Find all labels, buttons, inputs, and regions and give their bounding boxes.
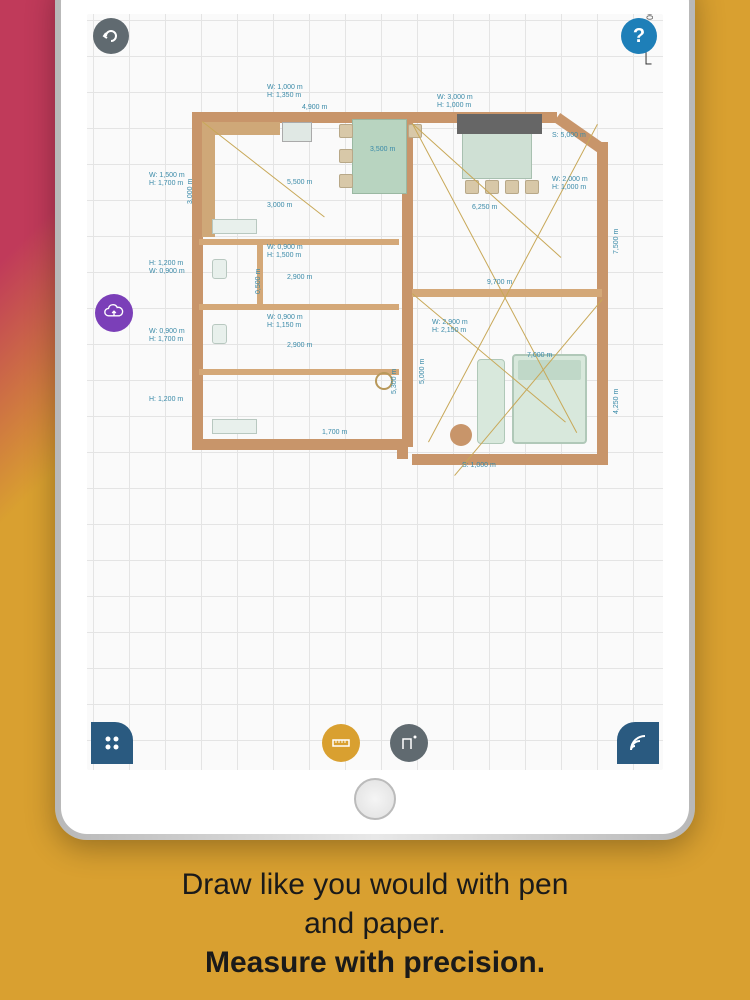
dimension-label: H: 1,500 m: [267, 252, 301, 259]
dimension-label: W: 0,900 m: [149, 328, 185, 335]
tablet-frame: ? 1,000 m: [55, 0, 695, 840]
help-icon: ?: [633, 25, 645, 48]
dimension-label: H: 1,200 m: [149, 260, 183, 267]
chair[interactable]: [339, 174, 353, 188]
ruler-icon: [330, 732, 352, 754]
toilet[interactable]: [212, 259, 227, 279]
dimension-label: 2,900 m: [287, 274, 312, 281]
dimension-label: W: 1,000 m: [267, 84, 303, 91]
measure-tool-button[interactable]: [322, 724, 360, 762]
dimension-label: 7,000 m: [527, 352, 552, 359]
grid-menu-icon: [103, 734, 121, 752]
caption-line: and paper.: [30, 904, 720, 943]
caption-line: Draw like you would with pen: [30, 865, 720, 904]
dimension-label: W: 2,900 m: [432, 319, 468, 326]
wall[interactable]: [192, 439, 397, 450]
dimension-label: 2,900 m: [287, 342, 312, 349]
dimension-label: 3,500 m: [370, 146, 395, 153]
chair[interactable]: [505, 180, 519, 194]
bottom-toolbar: [87, 722, 663, 764]
undo-button[interactable]: [93, 18, 129, 54]
wall-icon: [399, 733, 419, 753]
bar-counter[interactable]: [457, 114, 542, 134]
dimension-label: H: 1,200 m: [149, 396, 183, 403]
appliance[interactable]: [282, 122, 312, 142]
menu-button[interactable]: [91, 722, 133, 764]
signal-icon: [628, 733, 648, 753]
top-toolbar: ?: [87, 14, 663, 58]
dimension-label: W: 0,900 m: [267, 314, 303, 321]
toilet[interactable]: [212, 324, 227, 344]
dining-table[interactable]: [462, 129, 532, 179]
dimension-label: 4,900 m: [302, 104, 327, 111]
chair[interactable]: [339, 124, 353, 138]
tablet-bezel: ? 1,000 m: [61, 0, 689, 834]
coffee-table[interactable]: [450, 424, 472, 446]
dimension-label: 4,250 m: [613, 389, 620, 414]
dimension-label: W: 0,900 m: [149, 268, 185, 275]
dimension-label: H: 1,000 m: [437, 102, 471, 109]
sink[interactable]: [212, 419, 257, 434]
cloud-sync-button[interactable]: [95, 294, 133, 332]
chair[interactable]: [525, 180, 539, 194]
wall[interactable]: [412, 454, 608, 465]
help-button[interactable]: ?: [621, 18, 657, 54]
cloud-sync-icon: [103, 302, 125, 324]
undo-icon: [101, 26, 121, 46]
dimension-label: 3,000 m: [267, 202, 292, 209]
dimension-label: 6,250 m: [472, 204, 497, 211]
sink[interactable]: [212, 219, 257, 234]
floor-plan-canvas[interactable]: 4,900 m W: 1,000 m H: 1,350 m W: 3,000 m…: [157, 74, 607, 504]
dimension-label: H: 1,700 m: [149, 336, 183, 343]
dimension-label: H: 1,000 m: [552, 184, 586, 191]
dimension-label: W: 2,000 m: [552, 176, 588, 183]
chair[interactable]: [339, 149, 353, 163]
dimension-label: 5,500 m: [287, 179, 312, 186]
marketing-caption: Draw like you would with pen and paper. …: [0, 865, 750, 982]
dimension-label: 1,700 m: [322, 429, 347, 436]
dimension-label: H: 1,150 m: [267, 322, 301, 329]
app-screen[interactable]: ? 1,000 m: [87, 14, 663, 770]
dimension-label: 5,000 m: [419, 359, 426, 384]
ar-scan-button[interactable]: [617, 722, 659, 764]
dimension-label: H: 2,150 m: [432, 327, 466, 334]
dimension-label: H: 1,350 m: [267, 92, 301, 99]
dimension-label: 0,500 m: [255, 269, 262, 294]
dimension-label: S: 1,000 m: [462, 462, 496, 469]
dimension-label: S: 5,000 m: [552, 132, 586, 139]
dimension-label: H: 1,700 m: [149, 180, 183, 187]
dimension-label: 7,500 m: [613, 229, 620, 254]
dining-table[interactable]: [352, 119, 407, 194]
dimension-label: 5,300 m: [391, 369, 398, 394]
caption-emphasis: Measure with precision.: [30, 943, 720, 982]
wall[interactable]: [199, 369, 399, 375]
dimension-label: W: 3,000 m: [437, 94, 473, 101]
dimension-label: 3,000 m: [187, 179, 194, 204]
dimension-label: W: 1,500 m: [149, 172, 185, 179]
home-button[interactable]: [354, 778, 396, 820]
wall-tool-button[interactable]: [390, 724, 428, 762]
wall[interactable]: [597, 314, 608, 459]
wall[interactable]: [199, 304, 399, 310]
dimension-label: W: 0,900 m: [267, 244, 303, 251]
dimension-label: 9,700 m: [487, 279, 512, 286]
counter[interactable]: [215, 122, 280, 135]
